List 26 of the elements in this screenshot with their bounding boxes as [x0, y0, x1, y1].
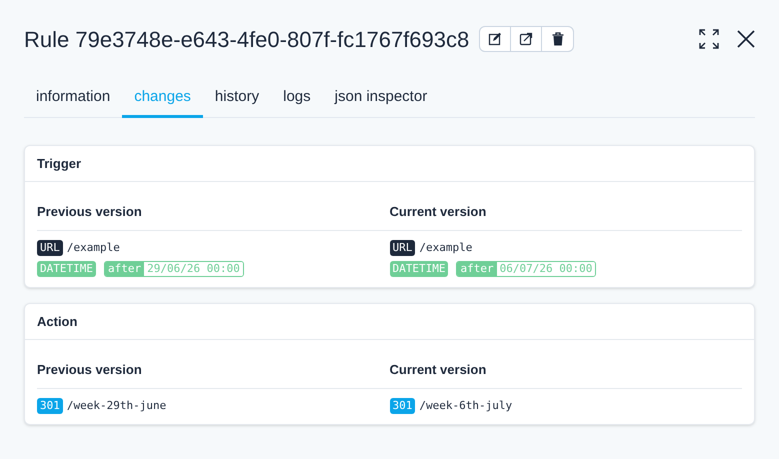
section-title: Action	[25, 304, 754, 340]
expand-icon[interactable]	[699, 29, 719, 49]
operator-badge: after	[457, 262, 497, 276]
date-value: 06/07/26 00:00	[496, 262, 596, 276]
tab[interactable]: history	[202, 81, 272, 118]
window-title: Rule 79e3748e-e643-4fe0-807f-fc1767f693c8	[24, 26, 470, 54]
section-title: Trigger	[25, 146, 754, 182]
path-text: /example	[419, 240, 472, 256]
tab[interactable]: logs	[271, 81, 323, 118]
tab[interactable]: json inspector	[322, 81, 440, 118]
path-text: /week-6th-july	[419, 398, 512, 414]
tag-badge: URL	[390, 240, 416, 256]
tag-badge: 301	[37, 398, 63, 414]
close-icon[interactable]	[737, 30, 755, 48]
tab[interactable]: information	[24, 81, 122, 118]
tag-badge: DATETIME	[390, 261, 448, 277]
column-heading: Previous version	[37, 203, 142, 222]
column-heading: Current version	[390, 203, 486, 222]
column-heading: Current version	[390, 361, 486, 380]
operator-badge: after	[104, 262, 144, 276]
column-heading: Previous version	[37, 361, 142, 380]
path-text: /week-29th-june	[66, 398, 166, 414]
tag-badge: DATETIME	[37, 261, 96, 277]
tag-badge: 301	[390, 398, 416, 414]
path-text: /example	[66, 240, 120, 256]
tag-badge: URL	[37, 240, 63, 256]
